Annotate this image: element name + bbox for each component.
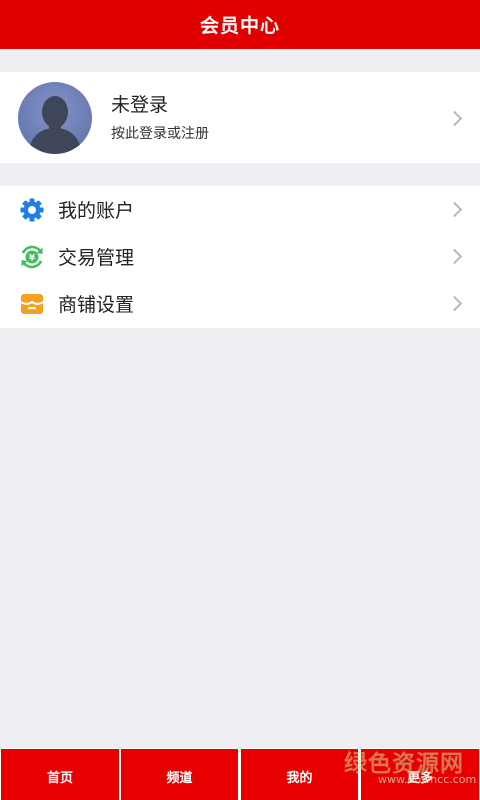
- avatar[interactable]: [18, 82, 92, 154]
- tab-mine[interactable]: 我的: [241, 749, 358, 800]
- tab-label: 首页: [46, 771, 73, 786]
- login-hint: 按此登录或注册: [111, 126, 209, 142]
- menu-list: 我的账户 ¥ 交易管理 商铺设置: [0, 186, 480, 328]
- menu-item-my-account[interactable]: 我的账户: [0, 186, 480, 233]
- menu-label: 交易管理: [58, 247, 135, 269]
- menu-label: 我的账户: [58, 200, 135, 222]
- yuan-exchange-icon: ¥: [21, 245, 43, 269]
- menu-label: 商铺设置: [58, 294, 135, 316]
- tab-label: 我的: [286, 771, 313, 786]
- menu-item-transactions[interactable]: ¥ 交易管理: [0, 233, 480, 280]
- tab-channels[interactable]: 频道: [121, 749, 238, 800]
- chevron-right-icon: [446, 295, 463, 312]
- tab-more[interactable]: 更多: [361, 749, 479, 800]
- tab-home[interactable]: 首页: [1, 749, 119, 800]
- bottom-tab-bar: 首页 频道 我的 更多: [0, 748, 480, 800]
- login-status: 未登录: [111, 94, 169, 116]
- tab-label: 频道: [166, 771, 193, 786]
- app-header: 会员中心: [0, 0, 480, 49]
- gear-icon: [20, 198, 44, 222]
- svg-text:¥: ¥: [29, 253, 36, 263]
- tab-label: 更多: [406, 771, 433, 786]
- menu-item-shop-settings[interactable]: 商铺设置: [0, 280, 480, 327]
- user-silhouette-icon: [28, 96, 82, 154]
- page-title: 会员中心: [199, 15, 280, 37]
- chevron-right-icon: [446, 110, 463, 127]
- login-card[interactable]: 未登录 按此登录或注册: [0, 72, 480, 163]
- chevron-right-icon: [446, 248, 463, 265]
- shop-icon: [20, 294, 44, 314]
- chevron-right-icon: [446, 201, 463, 218]
